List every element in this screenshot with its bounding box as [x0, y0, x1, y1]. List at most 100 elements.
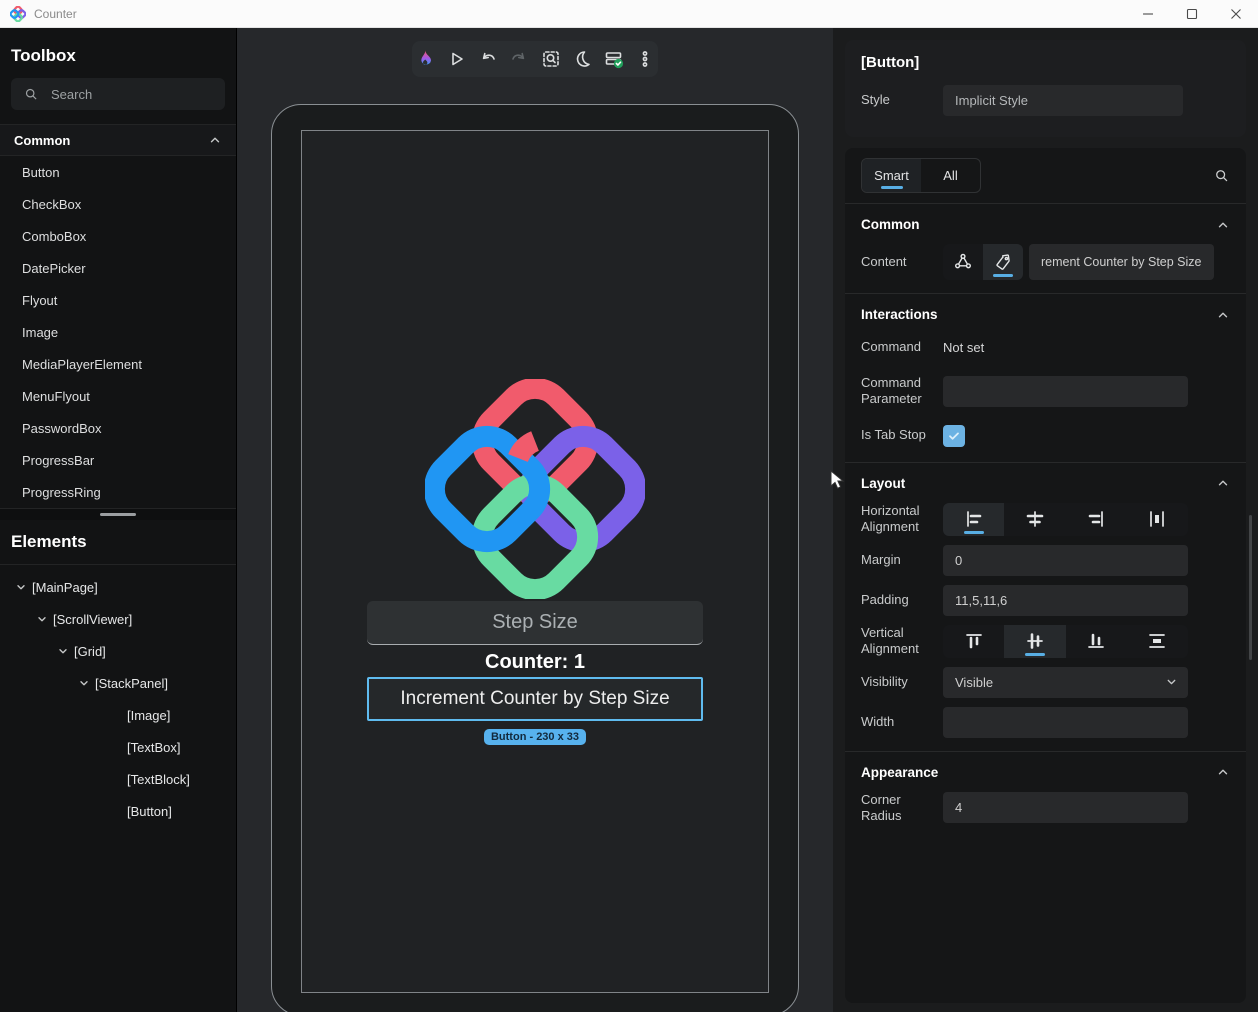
section-layout: Layout Horizontal Alignment Margin 0 Pad… — [845, 463, 1246, 738]
close-button[interactable] — [1214, 0, 1258, 27]
tree-item-label: [TextBlock] — [127, 771, 190, 787]
device-frame: Step Size Counter: 1 Increment Counter b… — [271, 104, 799, 1012]
theme-moon-button[interactable] — [570, 46, 596, 73]
chevron-down-icon[interactable] — [35, 612, 49, 626]
maximize-button[interactable] — [1170, 0, 1214, 27]
align-vertical-stretch-button[interactable] — [1127, 625, 1188, 658]
toolbox-item-progressring[interactable]: ProgressRing — [0, 476, 236, 508]
is-tab-stop-checkbox[interactable] — [943, 424, 965, 447]
tab-all[interactable]: All — [921, 159, 980, 192]
chevron-down-icon[interactable] — [77, 676, 91, 690]
section-interactions-header[interactable]: Interactions — [845, 294, 1246, 332]
toolbox-item-progressbar[interactable]: ProgressBar — [0, 444, 236, 476]
tree-item-stackpanel[interactable]: [StackPanel] — [0, 667, 236, 699]
tree-item-textblock[interactable]: [TextBlock] — [0, 763, 236, 795]
toolbox-title: Toolbox — [11, 46, 76, 65]
section-layout-header[interactable]: Layout — [845, 463, 1246, 501]
toolbox-item-image[interactable]: Image — [0, 316, 236, 348]
tab-smart[interactable]: Smart — [862, 159, 921, 192]
content-input[interactable]: rement Counter by Step Size — [1029, 244, 1214, 280]
width-label: Width — [861, 713, 895, 729]
designer-toolbar — [412, 41, 658, 77]
minimize-button[interactable] — [1126, 0, 1170, 27]
align-horizontal-stretch-button[interactable] — [1127, 503, 1188, 536]
visibility-select[interactable]: Visible — [943, 666, 1188, 698]
literal-mode-button[interactable] — [983, 244, 1023, 280]
is-tab-stop-label: Is Tab Stop — [861, 427, 926, 443]
toolbox-list: Button CheckBox ComboBox DatePicker Flyo… — [0, 156, 236, 508]
section-interactions: Interactions Command Not set Command Par… — [845, 294, 1246, 449]
align-horizontal-right-button[interactable] — [1066, 503, 1127, 536]
style-input[interactable]: Implicit Style — [943, 85, 1183, 116]
content-mode-toggle — [943, 244, 1023, 280]
tree-item-textbox[interactable]: [TextBox] — [0, 731, 236, 763]
tree-item-image[interactable]: [Image] — [0, 699, 236, 731]
panel-splitter[interactable] — [0, 508, 236, 520]
tag-icon — [996, 254, 1010, 270]
stretch-horizontal-icon — [1150, 511, 1165, 527]
tree-item-mainpage[interactable]: [MainPage] — [0, 571, 236, 603]
margin-input[interactable]: 0 — [943, 544, 1188, 576]
align-horizontal-left-button[interactable] — [943, 502, 1005, 536]
section-common-header[interactable]: Common — [845, 204, 1246, 242]
align-top-icon — [965, 634, 982, 649]
tree-item-label: [Grid] — [74, 643, 106, 659]
redo-button[interactable] — [507, 46, 533, 73]
chevron-down-icon[interactable] — [14, 580, 28, 594]
toolbox-item-datepicker[interactable]: DatePicker — [0, 252, 236, 284]
window-title: Counter — [34, 6, 77, 21]
align-right-icon — [1088, 511, 1103, 527]
chevron-down-icon — [1165, 676, 1178, 689]
toolbox-item-button[interactable]: Button — [0, 156, 236, 188]
tree-item-label: [Image] — [127, 707, 171, 723]
width-input[interactable] — [943, 706, 1188, 738]
toolbox-search-placeholder: Search — [51, 86, 93, 102]
play-button[interactable] — [444, 46, 470, 73]
toolbox-item-mediaplayerelement[interactable]: MediaPlayerElement — [0, 348, 236, 380]
command-parameter-input[interactable] — [943, 375, 1188, 407]
toolbox-item-combobox[interactable]: ComboBox — [0, 220, 236, 252]
toolbox-item-passwordbox[interactable]: PasswordBox — [0, 412, 236, 444]
undo-button[interactable] — [475, 46, 501, 73]
device-screen: Step Size Counter: 1 Increment Counter b… — [301, 130, 769, 993]
toolbox-section-common[interactable]: Common — [0, 125, 236, 156]
section-title: Common — [861, 217, 920, 232]
more-menu-button[interactable] — [633, 46, 659, 73]
inspect-element-button[interactable] — [538, 46, 564, 73]
chevron-down-icon[interactable] — [56, 644, 70, 658]
increment-counter-button[interactable]: Increment Counter by Step Size — [367, 676, 703, 721]
command-parameter-label: Command Parameter — [861, 375, 922, 407]
toolbox-search-input[interactable]: Search — [11, 78, 225, 110]
corner-radius-input[interactable]: 4 — [943, 792, 1188, 824]
section-title: Interactions — [861, 307, 938, 322]
chevron-up-icon — [1216, 476, 1230, 490]
tree-item-grid[interactable]: [Grid] — [0, 635, 236, 667]
visibility-value: Visible — [955, 674, 994, 690]
binding-icon — [954, 253, 971, 269]
properties-search-button[interactable] — [1213, 167, 1230, 184]
toggle-active-underline — [993, 274, 1013, 277]
align-vertical-center-button[interactable] — [1004, 624, 1066, 658]
toolbox-item-flyout[interactable]: Flyout — [0, 284, 236, 316]
toolbox-item-menuflyout[interactable]: MenuFlyout — [0, 380, 236, 412]
elements-title: Elements — [11, 532, 87, 551]
hot-design-flame-button[interactable] — [412, 46, 438, 73]
style-label: Style — [861, 92, 890, 108]
status-check-button[interactable] — [601, 46, 627, 73]
tree-item-label: [MainPage] — [32, 579, 98, 595]
chevron-up-icon — [1216, 308, 1230, 322]
toolbox-item-checkbox[interactable]: CheckBox — [0, 188, 236, 220]
binding-mode-button[interactable] — [943, 244, 983, 280]
segment-active-underline — [1024, 652, 1045, 656]
step-size-textbox[interactable]: Step Size — [367, 600, 703, 645]
align-vertical-top-button[interactable] — [943, 625, 1004, 658]
panel-scrollbar[interactable] — [1249, 515, 1252, 660]
tree-item-scrollviewer[interactable]: [ScrollViewer] — [0, 603, 236, 635]
inspector-tabs: Smart All — [845, 148, 1246, 203]
padding-input[interactable]: 11,5,11,6 — [943, 584, 1188, 616]
align-horizontal-center-button[interactable] — [1004, 503, 1065, 536]
tree-item-button[interactable]: [Button] — [0, 795, 236, 827]
align-vertical-bottom-button[interactable] — [1066, 625, 1127, 658]
content-field: rement Counter by Step Size — [943, 244, 1214, 280]
section-appearance-header[interactable]: Appearance — [845, 752, 1246, 790]
